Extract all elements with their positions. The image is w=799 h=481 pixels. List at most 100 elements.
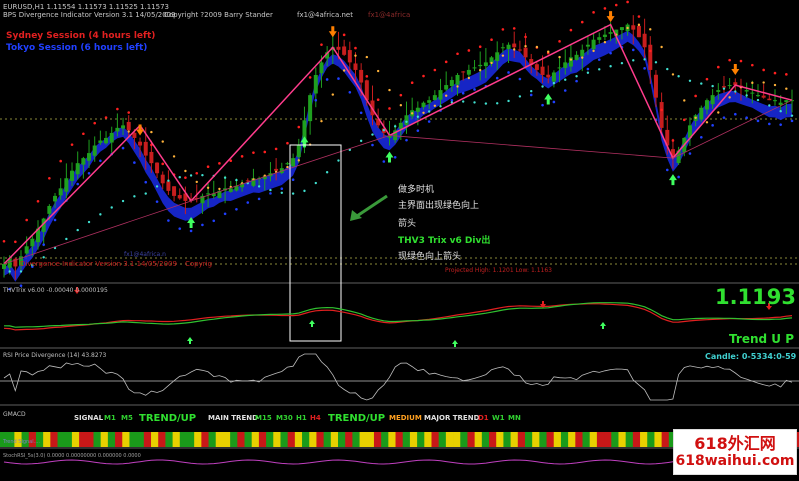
- fast-ma-dot: [399, 104, 403, 107]
- gmacd-cell: [194, 432, 202, 447]
- candle-body: [313, 74, 318, 94]
- slow-ma-dot: [189, 174, 193, 177]
- candle-body: [636, 25, 641, 38]
- gmacd-cell: [287, 432, 296, 447]
- bps-version-faded: Divergence Indicator Version 3.1 14/05/2…: [20, 260, 177, 268]
- candle-body: [245, 180, 250, 182]
- support-dot: [121, 146, 125, 150]
- candle-body: [70, 170, 75, 181]
- copyright-text: Copyright ?2009 Barry Stander: [164, 11, 273, 19]
- slow-ma-dot: [439, 105, 442, 108]
- candle-body: [126, 121, 131, 131]
- gmacd-cell: [79, 432, 87, 447]
- resistance-dot: [184, 176, 187, 179]
- slow-ma-dot: [155, 185, 159, 188]
- support-dot: [507, 71, 510, 74]
- fast-ma-dot: [683, 99, 686, 102]
- fast-ma-dot: [161, 140, 164, 143]
- gmacd-cell: [71, 432, 80, 447]
- candle-body: [47, 205, 52, 214]
- fast-ma-dot: [785, 87, 788, 90]
- slow-ma-dot: [405, 120, 408, 123]
- gmacd-cell: [424, 432, 432, 447]
- resistance-dot: [614, 3, 618, 7]
- gmacd-cell: [345, 432, 353, 447]
- resistance-dot: [433, 68, 437, 72]
- candle-body: [172, 186, 177, 196]
- fast-ma-dot: [637, 23, 641, 27]
- support-dot: [325, 78, 329, 81]
- candle-body: [466, 69, 471, 75]
- tf-h1: H1: [296, 414, 307, 422]
- slow-ma-dot: [291, 192, 295, 195]
- candle-body: [336, 46, 341, 50]
- gmacd-cell: [524, 432, 533, 447]
- slow-ma-dot: [257, 185, 261, 188]
- slow-ma-dot: [552, 81, 556, 85]
- signal-label: SIGNAL: [74, 414, 104, 422]
- resistance-dot: [127, 111, 131, 114]
- resistance-dot: [569, 28, 573, 32]
- resistance-dot: [104, 116, 108, 119]
- support-dot: [144, 180, 148, 184]
- candle-body: [574, 54, 579, 60]
- slow-ma-dot: [745, 94, 748, 97]
- gmacd-cell: [230, 432, 238, 447]
- stoch-label: StochRSI_5s(3.0) 0.0000 0.00000000 0.000…: [3, 453, 141, 459]
- support-dot: [371, 143, 374, 147]
- resistance-dot: [263, 150, 267, 154]
- support-dot: [450, 98, 454, 102]
- resistance-dot: [501, 28, 505, 31]
- slow-ma-dot: [654, 61, 658, 64]
- tf-w1: W1: [492, 414, 505, 422]
- slow-ma-dot: [700, 82, 703, 85]
- candle-body: [296, 145, 301, 158]
- gmacd-cell: [402, 432, 411, 447]
- candle-body: [138, 141, 143, 146]
- gmacd-cell: [496, 432, 504, 447]
- tf-mn: MN: [508, 414, 521, 422]
- gmacd-cell: [489, 432, 497, 447]
- trend-up-2: TREND/UP: [328, 413, 385, 424]
- candle-body: [438, 90, 443, 100]
- candle-body: [478, 64, 483, 67]
- gmacd-cell: [654, 432, 663, 447]
- resistance-dot: [637, 15, 641, 18]
- fast-ma-dot: [354, 54, 357, 57]
- support-dot: [495, 76, 499, 80]
- slow-ma-dot: [722, 87, 726, 90]
- resistance-dot: [694, 94, 697, 98]
- resistance-dot: [308, 76, 312, 79]
- symbol-header: EURUSD,H1 1.11554 1.11573 1.11525 1.1157…: [3, 3, 169, 11]
- candle-body: [517, 49, 522, 51]
- fast-ma-dot: [773, 83, 777, 87]
- watermark-badge: 618外汇网 618waihui.com: [673, 429, 797, 475]
- slow-ma-dot: [325, 171, 329, 174]
- slow-ma-dot: [65, 237, 68, 241]
- resistance-dot: [365, 75, 369, 78]
- support-dot: [223, 212, 227, 216]
- resistance-dot: [161, 162, 165, 166]
- slow-ma-dot: [632, 59, 635, 62]
- resistance-dot: [25, 218, 28, 222]
- support-dot: [212, 219, 216, 223]
- resistance-dot: [739, 59, 743, 63]
- gmacd-bottom-label: Trend Signal....: [2, 439, 40, 445]
- resistance-dot: [36, 199, 40, 203]
- trix-label: THVTrix v6.00 -0.00040 0.0000195: [2, 287, 108, 294]
- resistance-dot: [717, 65, 720, 69]
- fast-ma-dot: [433, 104, 437, 107]
- candle-body: [75, 163, 80, 175]
- gmacd-cell: [93, 432, 102, 447]
- slow-ma-dot: [235, 178, 238, 182]
- resistance-dot: [297, 125, 301, 129]
- fast-ma-dot: [331, 93, 335, 96]
- gmacd-cell: [352, 432, 360, 447]
- support-dot: [768, 122, 771, 126]
- tf-m15: M15: [255, 414, 272, 422]
- gmacd-cell: [201, 432, 209, 447]
- support-dot: [42, 243, 45, 246]
- slow-ma-dot: [133, 195, 136, 198]
- candle-body: [472, 67, 477, 69]
- fast-ma-dot: [376, 69, 380, 73]
